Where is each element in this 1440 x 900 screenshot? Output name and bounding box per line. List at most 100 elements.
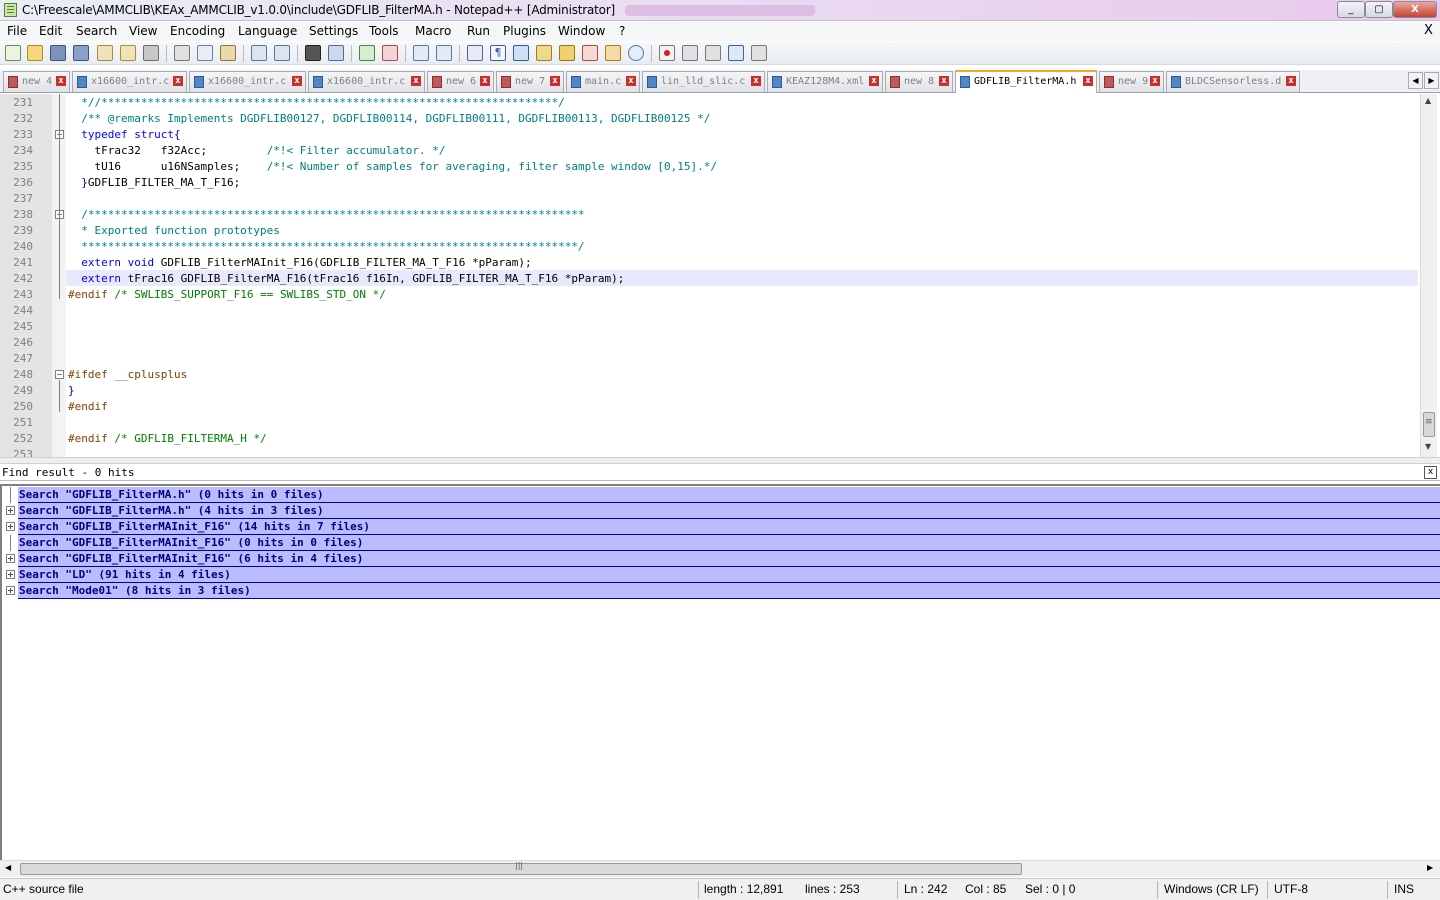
paste-icon[interactable] [220,45,236,61]
code-line[interactable]: #endif [68,400,108,413]
run-macro-multiple-icon[interactable] [728,45,744,61]
scroll-up-arrow[interactable]: ▲ [1425,96,1431,105]
menu-help[interactable]: ? [619,24,625,38]
save-icon[interactable] [50,45,66,61]
function-list-icon[interactable] [582,45,598,61]
code-line[interactable]: typedef struct{ [68,128,180,141]
search-result-row[interactable]: Search "LD" (91 hits in 4 files) [18,567,1440,583]
horizontal-scrollbar[interactable]: ◀ ||| ▶ [0,860,1440,877]
code-line[interactable]: #endif /* SWLIBS_SUPPORT_F16 == SWLIBS_S… [68,288,386,301]
open-file-icon[interactable] [27,45,43,61]
search-result-row[interactable]: Search "GDFLIB_FilterMAInit_F16" (14 hit… [18,519,1440,535]
expand-result-icon[interactable] [6,554,15,563]
tab-close-icon[interactable]: x [56,76,66,86]
find-result-list[interactable]: Search "GDFLIB_FilterMA.h" (0 hits in 0 … [0,484,1440,860]
code-line[interactable]: /** @remarks Implements DGDFLIB00127, DG… [68,112,710,125]
code-line[interactable]: /***************************************… [68,208,584,221]
code-line[interactable]: #ifdef __cplusplus [68,368,187,381]
doc-map-icon[interactable] [559,45,575,61]
close-document-button[interactable]: X [1424,23,1433,38]
tab-new-6[interactable]: new 6 x [427,71,494,92]
expand-result-icon[interactable] [6,522,15,531]
tab-main-c[interactable]: main.c x [566,71,640,92]
code-line[interactable]: }GDFLIB_FILTER_MA_T_F16; [68,176,240,189]
code-line[interactable]: *//*************************************… [68,96,564,109]
indent-guide-icon[interactable] [513,45,529,61]
tab-close-icon[interactable]: x [869,76,879,86]
play-macro-icon[interactable] [705,45,721,61]
scroll-thumb[interactable]: ≡ [1423,412,1435,437]
search-result-row[interactable]: Search "GDFLIB_FilterMA.h" (4 hits in 3 … [18,503,1440,519]
tab-x16600-intr-c-3[interactable]: x16600_intr.c x [308,71,425,92]
menu-plugins[interactable]: Plugins [503,24,546,38]
maximize-button[interactable]: ▢ [1365,1,1393,18]
tab-x16600-intr-c-2[interactable]: x16600_intr.c x [189,71,306,92]
tab-close-icon[interactable]: x [1083,76,1093,86]
undo-icon[interactable] [251,45,267,61]
zoom-out-icon[interactable] [382,45,398,61]
menu-settings[interactable]: Settings [309,24,358,38]
tab-close-icon[interactable]: x [411,76,421,86]
tab-close-icon[interactable]: x [550,76,560,86]
redo-icon[interactable] [274,45,290,61]
code-line[interactable]: * Exported function prototypes [68,224,280,237]
tab-x16600-intr-c-1[interactable]: x16600_intr.c x [72,71,187,92]
monitoring-icon[interactable] [628,45,644,61]
expand-result-icon[interactable] [6,586,15,595]
copy-icon[interactable] [197,45,213,61]
tab-keaz128m4-xml[interactable]: KEAZ128M4.xml x [767,71,883,92]
stop-macro-icon[interactable] [682,45,698,61]
close-all-icon[interactable] [120,45,136,61]
menu-window[interactable]: Window [558,24,605,38]
replace-icon[interactable] [328,45,344,61]
close-icon[interactable] [97,45,113,61]
menu-search[interactable]: Search [76,24,117,38]
search-result-row[interactable]: Search "GDFLIB_FilterMAInit_F16" (0 hits… [18,535,1440,551]
tab-new-9[interactable]: new 9 x [1099,71,1164,92]
print-icon[interactable] [143,45,159,61]
tab-new-4[interactable]: new 4 x [3,71,70,92]
tab-bldcsensorless[interactable]: BLDCSensorless.d x [1166,71,1300,92]
cut-icon[interactable] [174,45,190,61]
find-icon[interactable] [305,45,321,61]
menu-run[interactable]: Run [467,24,490,38]
user-lang-icon[interactable] [536,45,552,61]
scroll-right-arrow[interactable]: ▶ [1427,863,1433,872]
sync-horizontal-icon[interactable] [436,45,452,61]
menu-tools[interactable]: Tools [369,24,399,38]
code-line[interactable]: tU16 u16NSamples; /*!< Number of samples… [68,160,717,173]
expand-result-icon[interactable] [6,506,15,515]
code-line[interactable]: extern tFrac16 GDFLIB_FilterMA_F16(tFrac… [68,272,624,285]
tab-lin-lld-slic-c[interactable]: lin_lld_slic.c x [642,71,765,92]
save-macro-icon[interactable] [751,45,767,61]
editor-vertical-scrollbar[interactable]: ▲ ≡ ▼ [1420,94,1437,457]
find-panel-close-button[interactable]: x [1424,466,1437,479]
tab-scroll-left-button[interactable]: ◀ [1408,72,1423,89]
tab-close-icon[interactable]: x [480,76,490,86]
show-all-chars-icon[interactable]: ¶ [490,45,506,61]
menu-view[interactable]: View [129,24,157,38]
fold-toggle-icon[interactable] [55,370,64,379]
code-line[interactable]: tFrac32 f32Acc; /*!< Filter accumulator.… [68,144,445,157]
tab-close-icon[interactable]: x [751,76,761,86]
search-result-row[interactable]: Search "Mode01" (8 hits in 3 files) [18,583,1440,599]
tab-close-icon[interactable]: x [173,76,183,86]
tab-gdflib-filterma-h[interactable]: GDFLIB_FilterMA.h x [955,70,1097,93]
tab-close-icon[interactable]: x [939,76,949,86]
search-result-row[interactable]: Search "GDFLIB_FilterMA.h" (0 hits in 0 … [18,487,1440,503]
folder-workspace-icon[interactable] [605,45,621,61]
search-result-row[interactable]: Search "GDFLIB_FilterMAInit_F16" (6 hits… [18,551,1440,567]
new-file-icon[interactable] [5,45,21,61]
tab-new-7[interactable]: new 7 x [496,71,564,92]
code-line[interactable]: ****************************************… [68,240,584,253]
tab-close-icon[interactable]: x [1286,76,1296,86]
record-macro-icon[interactable] [659,45,675,61]
menu-macro[interactable]: Macro [415,24,451,38]
zoom-in-icon[interactable] [359,45,375,61]
menu-encoding[interactable]: Encoding [170,24,225,38]
code-line[interactable]: #endif /* GDFLIB_FILTERMA_H */ [68,432,267,445]
word-wrap-icon[interactable] [467,45,483,61]
tab-close-icon[interactable]: x [292,76,302,86]
menu-language[interactable]: Language [238,24,297,38]
minimize-button[interactable]: _ [1337,1,1365,18]
